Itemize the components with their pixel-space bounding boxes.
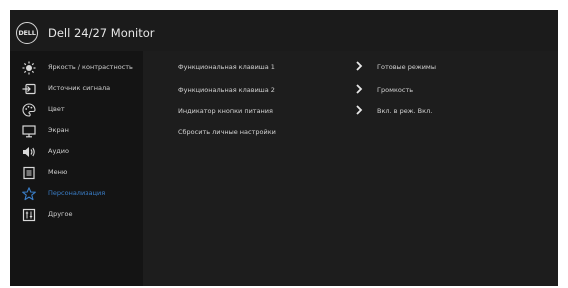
menu-item-label: Аудио (48, 147, 69, 155)
menu-item-label: Экран (48, 126, 69, 134)
audio-icon (23, 147, 35, 157)
monitor-title: Dell 24/27 Monitor (48, 26, 155, 40)
option-reset-personalization[interactable]: Сбросить личные настройки (178, 128, 276, 136)
brightness-icon (22, 61, 36, 75)
input-source-icon (22, 83, 36, 95)
menu-item-color[interactable]: Цвет (10, 100, 143, 120)
menu-item-audio[interactable]: Аудио (10, 142, 143, 162)
menu-item-other[interactable]: Другое (10, 205, 143, 225)
star-icon (22, 187, 36, 201)
menu-item-brightness-contrast[interactable]: Яркость / контрастность (10, 58, 143, 78)
menu-item-label: Цвет (48, 105, 65, 113)
other-icon (22, 208, 36, 222)
menu-item-label: Меню (48, 168, 68, 176)
chevron-right-icon (356, 105, 363, 115)
option-value-power-button-led: Вкл. в реж. Вкл. (377, 107, 433, 115)
menu-item-label: Источник сигнала (48, 84, 111, 92)
menu-item-input-source[interactable]: Источник сигнала (10, 79, 143, 99)
color-palette-icon (22, 103, 36, 117)
option-value-function-key-2: Громкость (377, 86, 414, 94)
option-function-key-2[interactable]: Функциональная клавиша 2 (178, 86, 275, 94)
chevron-right-icon (356, 84, 363, 94)
osd-header: DELL Dell 24/27 Monitor (10, 10, 558, 51)
menu-item-personalization[interactable]: Персонализация (10, 184, 143, 204)
monitor-osd: DELL Dell 24/27 Monitor Яркость / контра… (10, 10, 558, 286)
menu-item-label: Другое (48, 210, 73, 218)
menu-icon (23, 166, 35, 180)
chevron-right-icon (356, 61, 363, 71)
display-icon (22, 125, 36, 138)
dell-logo: DELL (16, 22, 38, 44)
option-function-key-1[interactable]: Функциональная клавиша 1 (178, 63, 275, 71)
menu-item-menu[interactable]: Меню (10, 163, 143, 183)
menu-item-label: Яркость / контрастность (48, 63, 133, 71)
option-value-function-key-1: Готовые режимы (377, 63, 436, 71)
menu-item-label: Персонализация (48, 189, 106, 197)
dell-logo-text: DELL (18, 29, 36, 37)
option-power-button-led[interactable]: Индикатор кнопки питания (178, 107, 273, 115)
menu-item-display[interactable]: Экран (10, 121, 143, 141)
